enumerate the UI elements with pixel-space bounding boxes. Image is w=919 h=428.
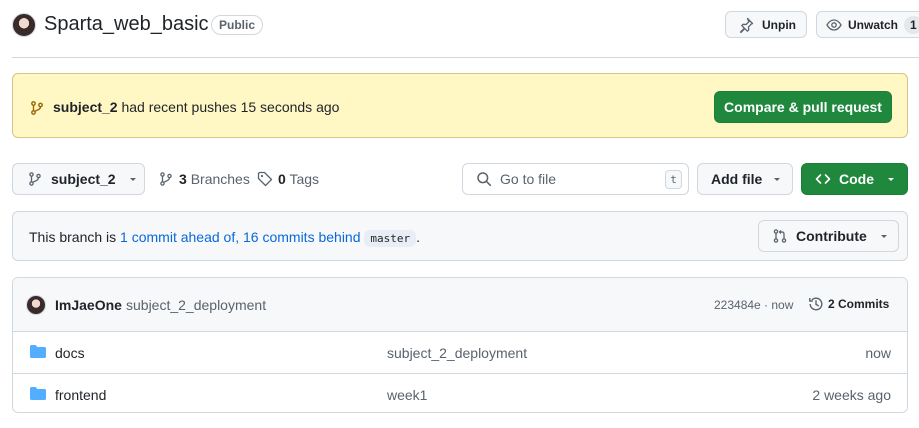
file-name[interactable]: frontend — [55, 387, 106, 403]
branch-selector[interactable]: subject_2 — [12, 163, 145, 195]
tag-icon — [257, 171, 273, 187]
caret-down-icon — [772, 174, 782, 184]
visibility-badge: Public — [211, 15, 264, 35]
file-name[interactable]: docs — [55, 345, 85, 361]
git-branch-icon — [29, 100, 45, 116]
compare-pull-request-button[interactable]: Compare & pull request — [714, 91, 892, 123]
search-icon — [476, 171, 492, 187]
code-button[interactable]: Code — [801, 163, 908, 195]
unpin-button[interactable]: Unpin — [725, 11, 807, 38]
folder-icon — [29, 344, 47, 360]
contribute-button[interactable]: Contribute — [758, 220, 899, 252]
header-divider — [12, 57, 919, 58]
branches-count: 3 — [179, 171, 187, 187]
file-commit-message[interactable]: subject_2_deployment — [387, 345, 527, 361]
file-list: docs subject_2_deployment now frontend w… — [13, 332, 907, 412]
add-file-button[interactable]: Add file — [697, 163, 793, 195]
recent-push-banner: subject_2 had recent pushes 15 seconds a… — [12, 73, 908, 138]
file-commit-message[interactable]: week1 — [387, 387, 427, 403]
latest-commit-row: ImJaeOne subject_2_deployment 223484e · … — [13, 278, 907, 332]
commit-author[interactable]: ImJaeOne — [55, 297, 122, 313]
recent-push-message: had recent pushes 15 seconds ago — [121, 99, 340, 115]
watch-count: 1 — [904, 15, 919, 34]
pin-icon — [738, 17, 754, 33]
caret-down-icon — [879, 231, 889, 241]
commits-ahead-link[interactable]: 1 commit ahead of, — [120, 229, 239, 245]
branch-comparison-box: This branch is 1 commit ahead of, 16 com… — [12, 211, 908, 261]
history-icon — [808, 296, 824, 312]
code-button-label: Code — [839, 171, 874, 187]
commits-history-link[interactable]: 2 Commits — [808, 296, 889, 312]
commit-sha-time[interactable]: 223484e · now — [714, 298, 793, 312]
unwatch-button[interactable]: Unwatch 1 — [816, 11, 919, 38]
search-placeholder: Go to file — [500, 171, 557, 187]
commit-message[interactable]: subject_2_deployment — [126, 297, 266, 313]
file-table: ImJaeOne subject_2_deployment 223484e · … — [12, 277, 908, 413]
branch-status-prefix: This branch is — [29, 229, 117, 245]
pushed-branch-name[interactable]: subject_2 — [53, 99, 118, 115]
search-shortcut-key: t — [665, 169, 682, 189]
go-to-file-input[interactable]: Go to file t — [462, 163, 689, 195]
contribute-label: Contribute — [796, 228, 867, 244]
branch-status-suffix: . — [416, 229, 421, 245]
repo-name[interactable]: Sparta_web_basic — [44, 13, 209, 36]
caret-down-icon — [886, 174, 896, 184]
file-row[interactable]: docs subject_2_deployment now — [13, 332, 907, 373]
tags-link[interactable]: 0 Tags — [257, 171, 319, 187]
branches-link[interactable]: 3 Branches — [158, 171, 250, 187]
commits-count-label: 2 Commits — [828, 297, 890, 311]
branches-label: Branches — [190, 171, 250, 187]
add-file-label: Add file — [711, 171, 763, 187]
file-row[interactable]: frontend week1 2 weeks ago — [13, 373, 907, 412]
base-branch-tag[interactable]: master — [364, 230, 417, 247]
file-age: 2 weeks ago — [812, 387, 891, 403]
tags-count: 0 — [278, 171, 286, 187]
branch-selector-label: subject_2 — [51, 171, 116, 187]
git-pull-request-icon — [772, 228, 788, 244]
git-branch-icon — [27, 171, 43, 187]
code-icon — [815, 171, 831, 187]
eye-icon — [826, 17, 842, 33]
git-branch-icon — [158, 171, 174, 187]
tags-label: Tags — [289, 171, 320, 187]
commit-author-avatar[interactable] — [26, 295, 46, 315]
unwatch-label: Unwatch — [848, 17, 899, 32]
repo-owner-avatar[interactable] — [12, 13, 36, 37]
folder-icon — [29, 386, 47, 402]
file-age: now — [865, 345, 891, 361]
commits-behind-link[interactable]: 16 commits behind — [243, 229, 361, 245]
unpin-label: Unpin — [762, 17, 796, 32]
caret-down-icon — [128, 174, 138, 184]
